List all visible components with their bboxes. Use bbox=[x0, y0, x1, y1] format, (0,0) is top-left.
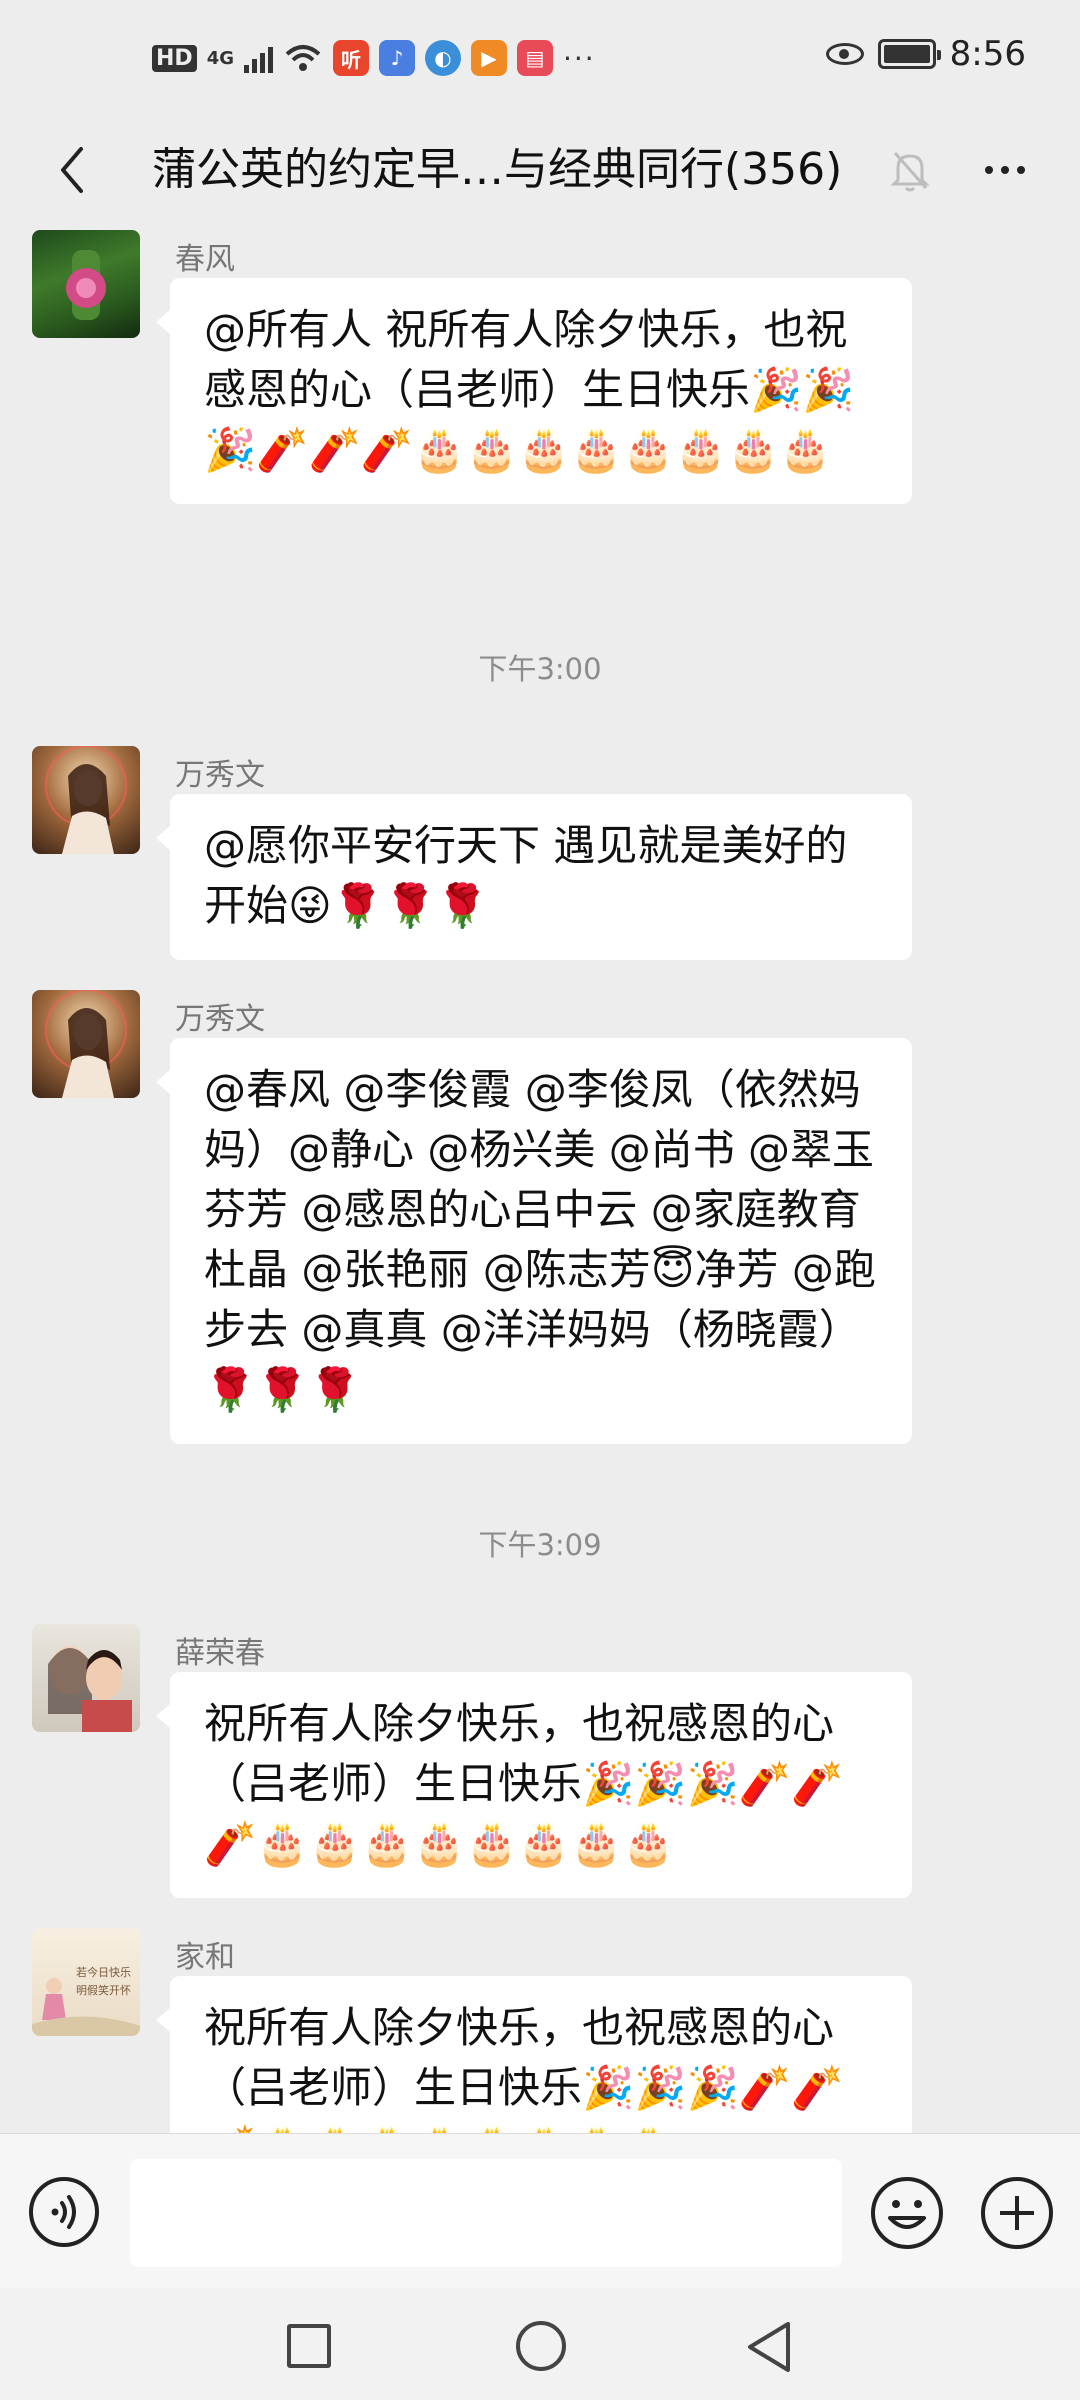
avatar[interactable] bbox=[32, 230, 140, 338]
reader-app-icon: ▤ bbox=[517, 40, 553, 76]
avatar[interactable] bbox=[32, 990, 140, 1098]
sender-name: 万秀文 bbox=[175, 1002, 265, 1037]
input-bar bbox=[0, 2133, 1080, 2289]
recent-apps-button[interactable] bbox=[287, 2324, 331, 2368]
chat-header: 蒲公英的约定早…与经典同行(356) bbox=[0, 118, 1080, 228]
more-functions-button[interactable] bbox=[980, 2176, 1054, 2250]
avatar[interactable]: 若今日快乐 明假笑开怀 bbox=[32, 1928, 140, 2036]
system-navigation-bar bbox=[0, 2288, 1080, 2400]
browser-app-icon: ◐ bbox=[425, 40, 461, 76]
emoji-button[interactable] bbox=[870, 2176, 944, 2250]
status-bar: HD 4G 听 ♪ ◐ ▶ ▤ ··· 8:56 bbox=[0, 0, 1080, 118]
battery-icon bbox=[877, 39, 941, 69]
voice-icon bbox=[29, 2177, 99, 2247]
triangle-back-icon bbox=[748, 2322, 790, 2372]
message-bubble[interactable]: @春风 @李俊霞 @李俊凤（依然妈妈）@静心 @杨兴美 @尚书 @翠玉芬芳 @感… bbox=[156, 1038, 912, 1444]
sender-name: 薛荣春 bbox=[175, 1636, 265, 1671]
network-type: 4G bbox=[206, 47, 234, 69]
hd-indicator: HD bbox=[152, 44, 197, 72]
home-button[interactable] bbox=[516, 2321, 566, 2371]
smiley-icon bbox=[871, 2177, 943, 2249]
avatar[interactable] bbox=[32, 1624, 140, 1732]
more-options-button[interactable] bbox=[975, 142, 1035, 198]
message-bubble[interactable]: 祝所有人除夕快乐，也祝感恩的心（吕老师）生日快乐🎉🎉🎉🧨🧨🧨🎂🎂🎂🎂🎂🎂🎂🎂 bbox=[156, 1672, 912, 1898]
chevron-left-icon bbox=[61, 147, 83, 193]
muted-bell-icon bbox=[882, 142, 938, 198]
sender-name: 家和 bbox=[175, 1940, 235, 1975]
timestamp: 下午3:09 bbox=[478, 1528, 602, 1562]
status-right: 8:56 bbox=[825, 34, 1026, 74]
message-bubble[interactable]: @所有人 祝所有人除夕快乐，也祝感恩的心（吕老师）生日快乐🎉🎉🎉🧨🧨🧨🎂🎂🎂🎂🎂… bbox=[156, 278, 912, 504]
avatar[interactable] bbox=[32, 746, 140, 854]
music-app-icon: ♪ bbox=[379, 40, 415, 76]
avatar-caption: 若今日快乐 明假笑开怀 bbox=[76, 1966, 131, 1997]
chat-title: 蒲公英的约定早…与经典同行(356) bbox=[152, 144, 843, 195]
plus-icon bbox=[981, 2177, 1053, 2249]
eye-comfort-icon bbox=[825, 43, 864, 65]
signal-icon bbox=[244, 43, 273, 73]
back-button[interactable] bbox=[42, 140, 102, 200]
message-input[interactable] bbox=[130, 2159, 842, 2267]
video-app-icon: ▶ bbox=[471, 40, 507, 76]
sender-name: 春风 bbox=[175, 242, 235, 277]
timestamp: 下午3:00 bbox=[478, 652, 602, 686]
chat-history[interactable]: 春风 @所有人 祝所有人除夕快乐，也祝感恩的心（吕老师）生日快乐🎉🎉🎉🧨🧨🧨🎂🎂… bbox=[0, 228, 1080, 2133]
wifi-icon bbox=[285, 45, 321, 71]
message-bubble[interactable]: 祝所有人除夕快乐，也祝感恩的心（吕老师）生日快乐🎉🎉🎉🧨🧨🧨🎂🎂🎂🎂🎂🎂🎂🎂 bbox=[156, 1976, 912, 2133]
message-bubble[interactable]: @愿你平安行天下 遇见就是美好的开始😜🌹🌹🌹 bbox=[156, 794, 912, 960]
clock: 8:56 bbox=[949, 34, 1026, 74]
status-left: HD 4G 听 ♪ ◐ ▶ ▤ ··· bbox=[152, 40, 596, 76]
voice-input-button[interactable] bbox=[28, 2176, 100, 2248]
system-back-button[interactable] bbox=[744, 2320, 794, 2374]
more-notifications-icon: ··· bbox=[563, 41, 596, 75]
ting-app-icon: 听 bbox=[333, 40, 369, 76]
sender-name: 万秀文 bbox=[175, 758, 265, 793]
